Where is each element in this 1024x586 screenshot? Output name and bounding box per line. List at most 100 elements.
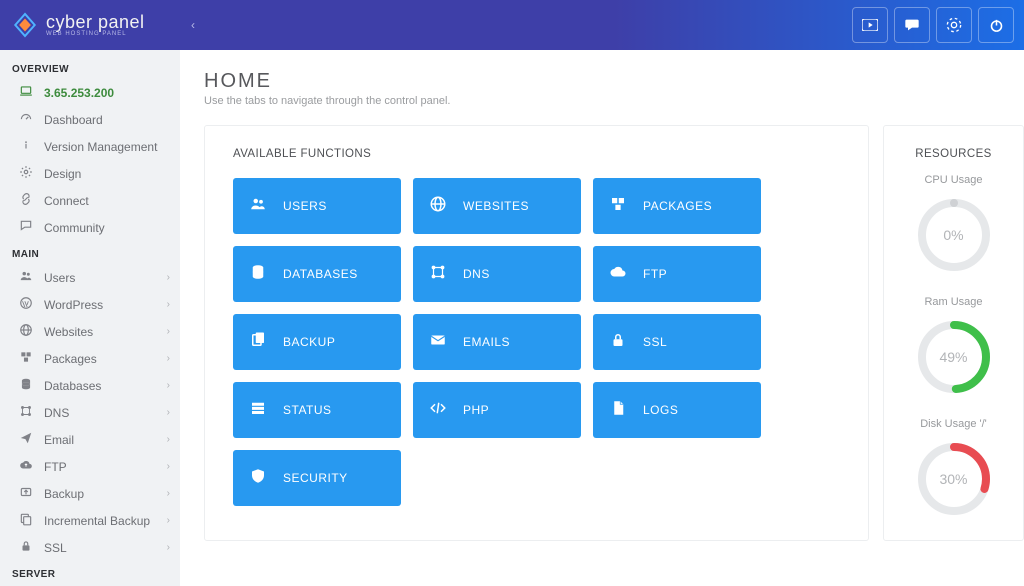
tile-label: DNS — [463, 267, 490, 281]
topbar-chat-button[interactable] — [894, 7, 930, 43]
sidebar-item-dashboard[interactable]: Dashboard — [0, 106, 180, 133]
globe-icon — [429, 195, 447, 218]
sidebar-heading: SERVER — [0, 561, 180, 584]
sidebar-item-version-management[interactable]: Version Management — [0, 133, 180, 160]
page-title: HOME — [204, 70, 1024, 93]
sidebar-item-label: Email — [44, 433, 74, 447]
gauge-label: Disk Usage '/' — [896, 418, 1011, 430]
topbar-actions — [852, 7, 1014, 43]
sidebar-item-websites[interactable]: Websites › — [0, 318, 180, 345]
sidebar-item-packages[interactable]: Packages › — [0, 345, 180, 372]
status-icon — [249, 399, 267, 422]
brand[interactable]: cyber panel WEB HOSTING PANEL — [12, 12, 180, 38]
tile-emails[interactable]: EMAILS — [413, 314, 581, 370]
tile-packages[interactable]: PACKAGES — [593, 178, 761, 234]
file-icon — [609, 399, 627, 422]
sidebar-item-email[interactable]: Email› — [0, 426, 180, 453]
gauge-label: Ram Usage — [896, 296, 1011, 308]
wordpress-icon — [18, 296, 34, 313]
tile-label: LOGS — [643, 403, 678, 417]
tile-label: WEBSITES — [463, 199, 529, 213]
copy-icon — [249, 331, 267, 354]
sidebar-item-connect[interactable]: Connect — [0, 187, 180, 214]
sidebar-heading: MAIN — [0, 241, 180, 264]
tile-php[interactable]: PHP — [413, 382, 581, 438]
sidebar-item-label: Version Management — [44, 140, 157, 154]
tile-ssl[interactable]: SSL — [593, 314, 761, 370]
help-icon — [946, 17, 962, 33]
sidebar-item-label: SSL — [44, 541, 67, 555]
tile-label: USERS — [283, 199, 327, 213]
gauge-value: 49% — [915, 318, 993, 396]
tile-backup[interactable]: BACKUP — [233, 314, 401, 370]
sidebar-item-ssl[interactable]: SSL› — [0, 534, 180, 561]
tile-label: STATUS — [283, 403, 332, 417]
functions-grid: USERS WEBSITES PACKAGES DATABASES DNS FTP BACK… — [233, 178, 840, 506]
chevron-right-icon: › — [167, 380, 170, 391]
tile-users[interactable]: USERS — [233, 178, 401, 234]
sidebar-item-design[interactable]: Design — [0, 160, 180, 187]
tile-label: EMAILS — [463, 335, 510, 349]
gauge-value: 30% — [915, 440, 993, 518]
chat-icon — [904, 18, 920, 32]
power-icon — [989, 18, 1004, 33]
tile-databases[interactable]: DATABASES — [233, 246, 401, 302]
tile-status[interactable]: STATUS — [233, 382, 401, 438]
cloud-icon — [609, 263, 627, 286]
functions-panel: AVAILABLE FUNCTIONS USERS WEBSITES PACKAGE… — [204, 125, 869, 541]
sidebar-collapse-button[interactable]: ‹ — [180, 0, 206, 50]
chevron-right-icon: › — [167, 488, 170, 499]
shield-icon — [249, 467, 267, 490]
tile-label: DATABASES — [283, 267, 358, 281]
chevron-right-icon: › — [167, 272, 170, 283]
resources-panel: RESOURCES CPU Usage 0%Ram Usage 49%Disk … — [883, 125, 1024, 541]
topbar-help-button[interactable] — [936, 7, 972, 43]
sidebar-item-label: Websites — [44, 325, 93, 339]
tile-ftp[interactable]: FTP — [593, 246, 761, 302]
sidebar-item-community[interactable]: Community — [0, 214, 180, 241]
link-icon — [18, 192, 34, 209]
tile-label: BACKUP — [283, 335, 335, 349]
sidebar-item-label: Connect — [44, 194, 89, 208]
gauge-cpu-usage: CPU Usage 0% — [896, 174, 1011, 274]
chevron-right-icon: › — [167, 353, 170, 364]
sidebar-item-incremental-backup[interactable]: Incremental Backup› — [0, 507, 180, 534]
sidebar-item-ftp[interactable]: FTP› — [0, 453, 180, 480]
users-icon — [18, 269, 34, 286]
sidebar-item-label: Backup — [44, 487, 84, 501]
sidebar-item-label: Databases — [44, 379, 101, 393]
sidebar-item-users[interactable]: Users› — [0, 264, 180, 291]
topbar-power-button[interactable] — [978, 7, 1014, 43]
sidebar-item-label: FTP — [44, 460, 67, 474]
sidebar-heading: OVERVIEW — [0, 56, 180, 79]
tile-dns[interactable]: DNS — [413, 246, 581, 302]
lock-icon — [18, 539, 34, 556]
sidebar-item-backup[interactable]: Backup › — [0, 480, 180, 507]
sidebar-item-label: Packages — [44, 352, 97, 366]
sidebar: OVERVIEW 3.65.253.200 Dashboard Version Man… — [0, 50, 180, 586]
gauge-ram-usage: Ram Usage 49% — [896, 296, 1011, 396]
tile-logs[interactable]: LOGS — [593, 382, 761, 438]
tile-security[interactable]: SECURITY — [233, 450, 401, 506]
mail-icon — [429, 331, 447, 354]
sidebar-item-dns[interactable]: DNS› — [0, 399, 180, 426]
youtube-icon — [862, 19, 878, 31]
dns-icon — [18, 404, 34, 421]
chevron-right-icon: › — [167, 326, 170, 337]
sidebar-item-wordpress[interactable]: WordPress› — [0, 291, 180, 318]
chevron-right-icon: › — [167, 515, 170, 526]
cloud-icon — [18, 458, 34, 475]
functions-heading: AVAILABLE FUNCTIONS — [233, 148, 840, 160]
sidebar-item-label: WordPress — [44, 298, 103, 312]
packages-icon — [18, 350, 34, 367]
sidebar-item-3-65-253-200[interactable]: 3.65.253.200 — [0, 79, 180, 106]
main-content: HOME Use the tabs to navigate through th… — [180, 50, 1024, 586]
page-subtitle: Use the tabs to navigate through the con… — [204, 95, 1024, 107]
chevron-left-icon: ‹ — [191, 18, 195, 32]
tile-websites[interactable]: WEBSITES — [413, 178, 581, 234]
sidebar-item-databases[interactable]: Databases › — [0, 372, 180, 399]
sidebar-item-label: 3.65.253.200 — [44, 86, 114, 100]
tile-label: SSL — [643, 335, 667, 349]
topbar-youtube-button[interactable] — [852, 7, 888, 43]
gauge-value: 0% — [915, 196, 993, 274]
